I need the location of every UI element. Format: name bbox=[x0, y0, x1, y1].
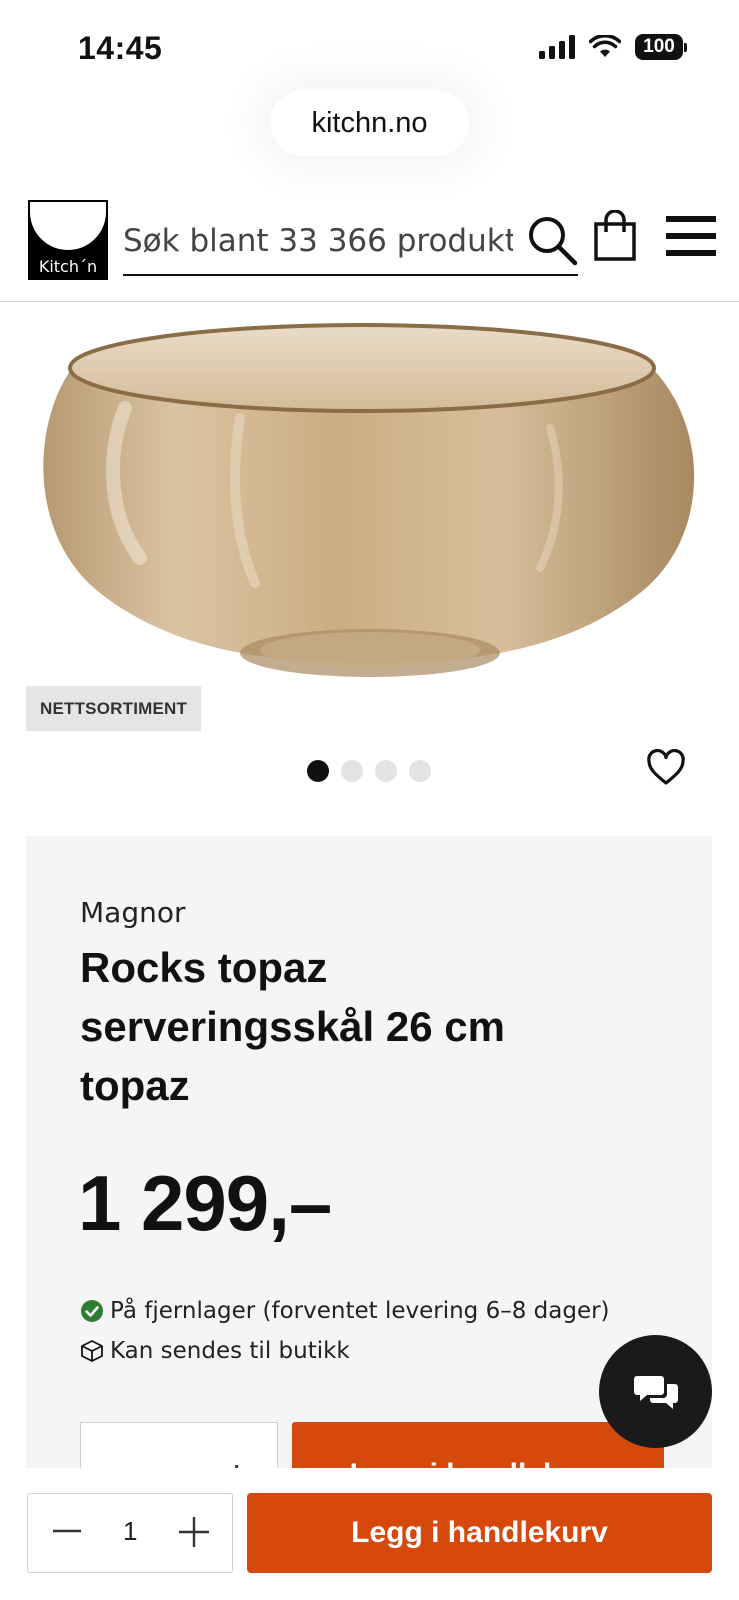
product-title: Rocks topaz serveringsskål 26 cm topaz bbox=[80, 944, 505, 1109]
battery-tip bbox=[684, 42, 687, 52]
carousel-dot-1[interactable] bbox=[307, 760, 329, 782]
url-bar[interactable]: kitchn.no bbox=[270, 90, 469, 156]
stock-text: På fjernlager (forventet levering 6–8 da… bbox=[110, 1298, 610, 1324]
kitchn-logo[interactable]: Kitch´n bbox=[28, 200, 108, 280]
sticky-buy-bar: 1 Legg i handlekurv bbox=[0, 1468, 739, 1600]
add-to-cart-button[interactable]: Legg i handlekurv bbox=[247, 1493, 712, 1573]
online-only-badge: NETTSORTIMENT bbox=[26, 686, 202, 731]
quantity-stepper: 1 bbox=[27, 1493, 233, 1573]
hamburger-menu-icon[interactable] bbox=[666, 214, 716, 258]
check-circle-icon bbox=[81, 1300, 103, 1322]
product-price: 1 299,– bbox=[78, 1159, 332, 1247]
minus-icon[interactable] bbox=[52, 1516, 82, 1546]
quantity-value[interactable]: 1 bbox=[123, 1516, 137, 1547]
shopping-bag-icon[interactable] bbox=[593, 210, 637, 262]
carousel-dot-3[interactable] bbox=[375, 760, 397, 782]
logo-text: Kitch´n bbox=[38, 257, 98, 276]
product-brand[interactable]: Magnor bbox=[80, 896, 185, 929]
chat-bubbles-icon bbox=[633, 1375, 678, 1409]
chat-button[interactable] bbox=[599, 1335, 712, 1448]
status-time: 14:45 bbox=[78, 30, 163, 66]
product-image-bowl[interactable] bbox=[30, 318, 710, 708]
search-bar bbox=[123, 208, 578, 276]
carousel-dot-4[interactable] bbox=[409, 760, 431, 782]
plus-icon[interactable] bbox=[178, 1516, 210, 1548]
status-icons: 100 bbox=[539, 34, 687, 60]
battery-level: 100 bbox=[635, 34, 683, 60]
url-text: kitchn.no bbox=[311, 106, 428, 139]
wifi-icon bbox=[589, 35, 621, 57]
package-box-icon bbox=[81, 1340, 103, 1362]
heart-icon[interactable] bbox=[646, 748, 686, 788]
image-carousel-dots bbox=[307, 760, 431, 782]
battery-indicator: 100 bbox=[635, 34, 687, 60]
carousel-dot-2[interactable] bbox=[341, 760, 363, 782]
search-input[interactable] bbox=[123, 214, 513, 268]
shipping-info: Kan sendes til butikk bbox=[80, 1338, 350, 1364]
search-icon[interactable] bbox=[526, 214, 578, 266]
status-bar: 14:45 100 bbox=[0, 0, 739, 92]
stock-status: På fjernlager (forventet levering 6–8 da… bbox=[80, 1298, 610, 1324]
site-header: Kitch´n bbox=[0, 190, 739, 302]
signal-icon bbox=[539, 35, 575, 59]
shipping-text: Kan sendes til butikk bbox=[110, 1338, 350, 1364]
logo-bowl-shape bbox=[30, 202, 106, 250]
